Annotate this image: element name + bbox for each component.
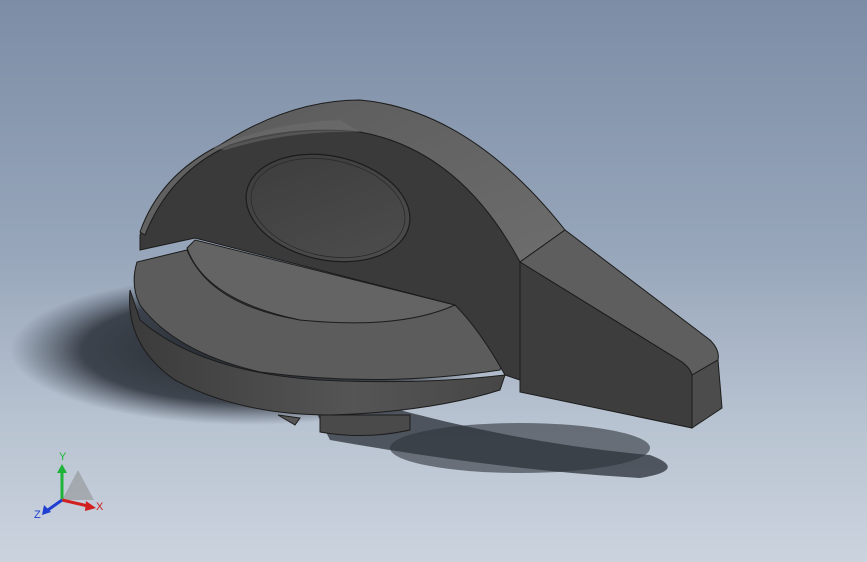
triad-origin xyxy=(62,470,94,500)
coordinate-triad[interactable]: Y X Z xyxy=(30,440,120,530)
graphics-viewport[interactable]: Y X Z xyxy=(0,0,867,562)
z-axis-arrow xyxy=(42,498,63,515)
knob-model[interactable] xyxy=(0,0,867,562)
x-axis-label: X xyxy=(96,501,104,513)
y-axis-label: Y xyxy=(59,451,67,463)
z-axis-label: Z xyxy=(34,509,41,521)
x-axis-arrow xyxy=(61,498,96,511)
bottom-boss xyxy=(277,414,411,437)
pointer-arm xyxy=(519,229,723,429)
